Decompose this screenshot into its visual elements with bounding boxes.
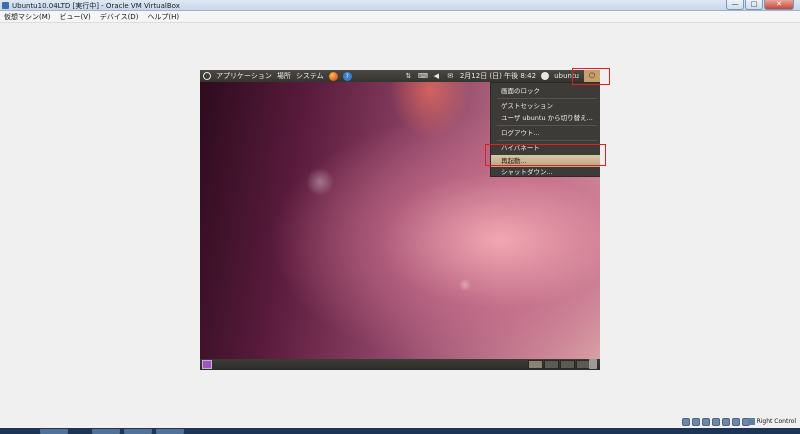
network-adapter-icon[interactable]	[712, 418, 720, 426]
menu-view[interactable]: ビュー(V)	[60, 12, 91, 22]
shared-folder-icon[interactable]	[722, 418, 730, 426]
restart-highlight-box	[485, 144, 606, 166]
mail-icon[interactable]: ✉	[446, 72, 455, 80]
menu-help[interactable]: ヘルプ(H)	[147, 12, 179, 22]
show-desktop-icon[interactable]	[202, 360, 212, 369]
minimize-button[interactable]: —	[726, 0, 744, 10]
window-title: Ubuntu10.04LTD [実行中] - Oracle VM Virtual…	[12, 2, 180, 10]
host-key-indicator: Right Control	[747, 418, 796, 425]
hard-disk-icon[interactable]	[682, 418, 690, 426]
workspace-1[interactable]	[528, 360, 543, 369]
system-menu[interactable]: システム	[296, 71, 324, 81]
maximize-button[interactable]: □	[745, 0, 763, 10]
places-menu[interactable]: 場所	[277, 71, 291, 81]
optical-drive-icon[interactable]	[692, 418, 700, 426]
window-controls: — □ ✕	[726, 0, 794, 10]
network-icon[interactable]: ⇅	[404, 72, 413, 80]
menu-separator	[497, 140, 597, 141]
display-icon[interactable]	[732, 418, 740, 426]
menu-item-guest-session[interactable]: ゲストセッション	[491, 100, 600, 112]
menu-machine[interactable]: 仮想マシン(M)	[4, 12, 51, 22]
menu-separator	[497, 98, 597, 99]
menu-item-shutdown[interactable]: シャットダウン...	[491, 167, 600, 177]
firefox-icon[interactable]	[328, 71, 338, 81]
vm-status-bar: Right Control	[0, 418, 800, 428]
trash-icon[interactable]	[589, 359, 597, 369]
workspace-2[interactable]	[544, 360, 559, 369]
taskbar-button[interactable]	[92, 429, 120, 434]
menu-item-logout[interactable]: ログアウト...	[491, 127, 600, 139]
taskbar-button[interactable]	[124, 429, 152, 434]
close-button[interactable]: ✕	[764, 0, 794, 10]
virtualbox-icon	[2, 2, 9, 9]
window-titlebar: Ubuntu10.04LTD [実行中] - Oracle VM Virtual…	[0, 0, 800, 11]
menu-item-switch-user[interactable]: ユーザ ubuntu から切り替え...	[491, 112, 600, 124]
usb-icon[interactable]	[702, 418, 710, 426]
menu-devices[interactable]: デバイス(D)	[100, 12, 139, 22]
gnome-top-panel: アプリケーション 場所 システム ? ⇅ ⌨ ◀ ✉ 2月12日 (日) 午後 …	[200, 70, 600, 82]
host-key-icon	[747, 418, 755, 425]
ubuntu-logo-icon	[203, 72, 211, 80]
menu-separator	[497, 125, 597, 126]
taskbar	[0, 428, 800, 434]
menu-item-lock-screen[interactable]: 画面のロック	[491, 85, 600, 97]
device-status-icons	[682, 418, 750, 426]
user-icon	[541, 72, 550, 80]
power-highlight-box	[572, 68, 610, 85]
keyboard-icon[interactable]: ⌨	[418, 72, 428, 80]
volume-icon[interactable]: ◀	[432, 72, 441, 80]
gnome-bottom-panel	[200, 359, 600, 370]
help-icon[interactable]: ?	[342, 71, 352, 81]
taskbar-button[interactable]	[40, 429, 68, 434]
vm-screen[interactable]: アプリケーション 場所 システム ? ⇅ ⌨ ◀ ✉ 2月12日 (日) 午後 …	[200, 70, 600, 370]
applications-menu[interactable]: アプリケーション	[216, 71, 272, 81]
workspace-3[interactable]	[560, 360, 575, 369]
clock[interactable]: 2月12日 (日) 午後 8:42	[460, 71, 536, 81]
menu-bar: 仮想マシン(M) ビュー(V) デバイス(D) ヘルプ(H)	[0, 11, 800, 23]
taskbar-button[interactable]	[156, 429, 184, 434]
host-key-label: Right Control	[756, 418, 796, 425]
